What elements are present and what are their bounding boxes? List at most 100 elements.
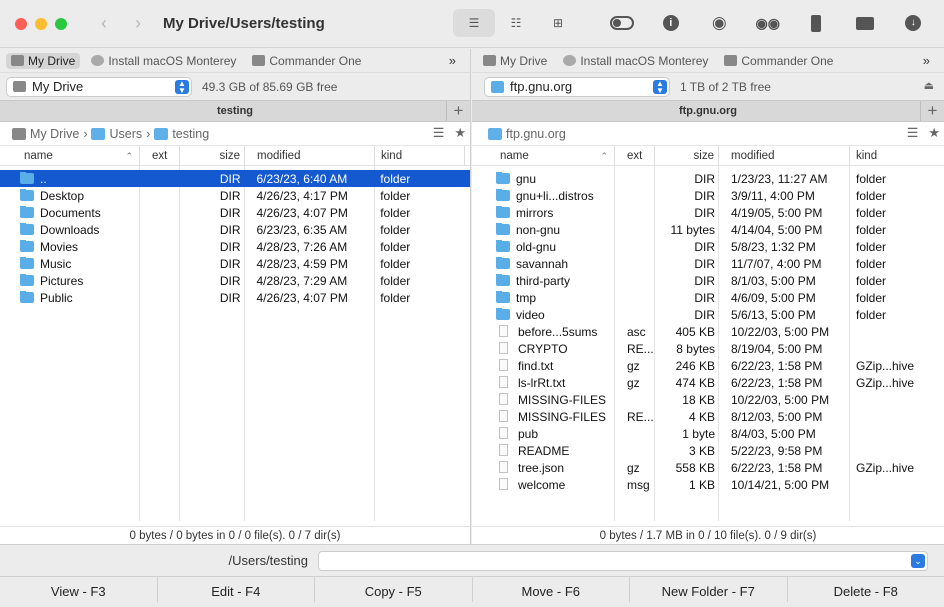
breadcrumb-item[interactable]: Users <box>109 127 142 141</box>
drive-tab-install-macos[interactable]: Install macOS Monterey <box>86 53 241 69</box>
more-drives-button[interactable]: » <box>923 53 930 68</box>
download-button[interactable]: ↓ <box>889 9 938 37</box>
file-row[interactable]: before...5sumsasc405 KB10/22/03, 5:00 PM <box>472 323 944 340</box>
size-text: DIR <box>694 189 715 203</box>
size-text: 558 KB <box>676 461 715 475</box>
column-ext[interactable]: ext <box>140 146 180 166</box>
favorite-star-icon[interactable]: ★ <box>928 125 940 141</box>
close-window-button[interactable] <box>15 18 27 30</box>
file-row[interactable]: DocumentsDIR4/26/23, 4:07 PMfolder <box>0 204 470 221</box>
info-button[interactable]: i <box>647 9 696 37</box>
list-options-icon[interactable]: ☰ <box>907 125 919 141</box>
file-row[interactable]: MISSING-FILES18 KB10/22/03, 5:00 PM <box>472 391 944 408</box>
drive-tab-commander-one[interactable]: Commander One <box>719 53 838 69</box>
grid-view-button[interactable]: ⊞ <box>537 9 579 37</box>
drive-select[interactable]: ftp.gnu.org▲▼ <box>484 77 670 97</box>
cell-kind: folder <box>850 189 944 203</box>
cell-size: 8 bytes <box>655 342 719 356</box>
copy-button[interactable]: Copy - F5 <box>315 577 473 602</box>
command-input[interactable]: ⌄ <box>318 551 928 571</box>
column-name[interactable]: name⌃ <box>0 146 140 166</box>
column-ext[interactable]: ext <box>615 146 655 166</box>
cell-name: non-gnu <box>472 223 615 237</box>
column-modified[interactable]: modified <box>719 146 850 166</box>
cell-name: old-gnu <box>472 240 615 254</box>
file-row[interactable]: MISSING-FILESRE...4 KB8/12/03, 5:00 PM <box>472 408 944 425</box>
file-row[interactable]: tmpDIR4/6/09, 5:00 PMfolder <box>472 289 944 306</box>
file-row[interactable]: PublicDIR4/26/23, 4:07 PMfolder <box>0 289 470 306</box>
file-row[interactable]: find.txtgz246 KB6/22/23, 1:58 PMGZip...h… <box>472 357 944 374</box>
tab-testing[interactable]: testing+ <box>0 100 470 122</box>
file-row[interactable]: ls-lrRt.txtgz474 KB6/22/23, 1:58 PMGZip.… <box>472 374 944 391</box>
file-row[interactable]: PicturesDIR4/28/23, 7:29 AMfolder <box>0 272 470 289</box>
preview-button[interactable]: ◉ <box>695 9 744 37</box>
file-row[interactable]: MusicDIR4/28/23, 4:59 PMfolder <box>0 255 470 272</box>
edit-button[interactable]: Edit - F4 <box>158 577 316 602</box>
detail-view-button[interactable]: ☷ <box>495 9 537 37</box>
cell-modified: 8/1/03, 5:00 PM <box>719 274 850 288</box>
minimize-window-button[interactable] <box>35 18 47 30</box>
column-name[interactable]: name⌃ <box>472 146 615 166</box>
back-button[interactable]: ‹ <box>101 13 107 34</box>
file-row[interactable]: tree.jsongz558 KB6/22/23, 1:58 PMGZip...… <box>472 459 944 476</box>
new-folder-button[interactable]: New Folder - F7 <box>630 577 788 602</box>
tab-ftp-gnu-org[interactable]: ftp.gnu.org+ <box>472 100 944 122</box>
cell-ext: gz <box>615 461 655 475</box>
folder-icon <box>496 309 510 320</box>
file-row[interactable]: MoviesDIR4/28/23, 7:26 AMfolder <box>0 238 470 255</box>
eject-icon[interactable]: ⏏ <box>924 79 934 92</box>
toggle-hidden-button[interactable] <box>598 9 647 37</box>
chevron-down-icon[interactable]: ⌄ <box>911 554 925 568</box>
favorite-star-icon[interactable]: ★ <box>454 125 466 141</box>
size-text: DIR <box>220 291 241 305</box>
file-row[interactable]: DesktopDIR4/26/23, 4:17 PMfolder <box>0 187 470 204</box>
more-drives-button[interactable]: » <box>449 53 456 68</box>
file-row[interactable]: pub1 byte8/4/03, 5:00 PM <box>472 425 944 442</box>
network-button[interactable] <box>841 9 890 37</box>
drive-tab-my-drive[interactable]: My Drive <box>6 53 80 69</box>
column-modified[interactable]: modified <box>245 146 375 166</box>
breadcrumb-item[interactable]: testing <box>172 127 209 141</box>
cell-size: DIR <box>655 189 719 203</box>
list-options-icon[interactable]: ☰ <box>433 125 445 141</box>
file-row[interactable]: old-gnuDIR5/8/23, 1:32 PMfolder <box>472 238 944 255</box>
column-size[interactable]: size <box>180 146 245 166</box>
zoom-window-button[interactable] <box>55 18 67 30</box>
file-row[interactable]: welcomemsg1 KB10/14/21, 5:00 PM <box>472 476 944 493</box>
drive-tab-my-drive[interactable]: My Drive <box>478 53 552 69</box>
column-size[interactable]: size <box>655 146 719 166</box>
new-tab-button[interactable]: + <box>920 101 944 121</box>
breadcrumb-item[interactable]: ftp.gnu.org <box>506 127 566 141</box>
column-kind[interactable]: kind <box>850 146 944 166</box>
forward-button[interactable]: › <box>135 13 141 34</box>
view-button[interactable]: View - F3 <box>0 577 158 602</box>
move-button[interactable]: Move - F6 <box>473 577 631 602</box>
drive-tab-install-macos[interactable]: Install macOS Monterey <box>558 53 713 69</box>
search-button[interactable]: ◉◉ <box>744 9 793 37</box>
breadcrumb-item[interactable]: My Drive <box>30 127 79 141</box>
column-kind[interactable]: kind <box>375 146 465 166</box>
cell-modified: 6/23/23, 6:40 AM <box>245 172 375 186</box>
drive-select[interactable]: My Drive▲▼ <box>6 77 192 97</box>
name-text: Movies <box>40 240 78 254</box>
file-row[interactable]: ..DIR6/23/23, 6:40 AMfolder <box>0 170 470 187</box>
archive-button[interactable] <box>792 9 841 37</box>
cell-name: Documents <box>0 206 140 220</box>
file-row[interactable]: third-partyDIR8/1/03, 5:00 PMfolder <box>472 272 944 289</box>
file-row[interactable]: gnuDIR1/23/23, 11:27 AMfolder <box>472 170 944 187</box>
file-row[interactable]: videoDIR5/6/13, 5:00 PMfolder <box>472 306 944 323</box>
file-row[interactable]: DownloadsDIR6/23/23, 6:35 AMfolder <box>0 221 470 238</box>
disk-image-icon <box>563 55 576 66</box>
drive-tab-commander-one[interactable]: Commander One <box>247 53 366 69</box>
file-row[interactable]: README3 KB5/22/23, 9:58 PM <box>472 442 944 459</box>
file-row[interactable]: mirrorsDIR4/19/05, 5:00 PMfolder <box>472 204 944 221</box>
delete-button[interactable]: Delete - F8 <box>788 577 944 602</box>
cell-modified: 4/26/23, 4:07 PM <box>245 291 375 305</box>
file-row[interactable]: non-gnu11 bytes4/14/04, 5:00 PMfolder <box>472 221 944 238</box>
file-row[interactable]: gnu+li...distrosDIR3/9/11, 4:00 PMfolder <box>472 187 944 204</box>
function-key-bar: View - F3 Edit - F4 Copy - F5 Move - F6 … <box>0 576 944 602</box>
list-view-button[interactable]: ☰ <box>453 9 495 37</box>
file-row[interactable]: savannahDIR11/7/07, 4:00 PMfolder <box>472 255 944 272</box>
new-tab-button[interactable]: + <box>446 101 470 121</box>
file-row[interactable]: CRYPTORE...8 bytes8/19/04, 5:00 PM <box>472 340 944 357</box>
